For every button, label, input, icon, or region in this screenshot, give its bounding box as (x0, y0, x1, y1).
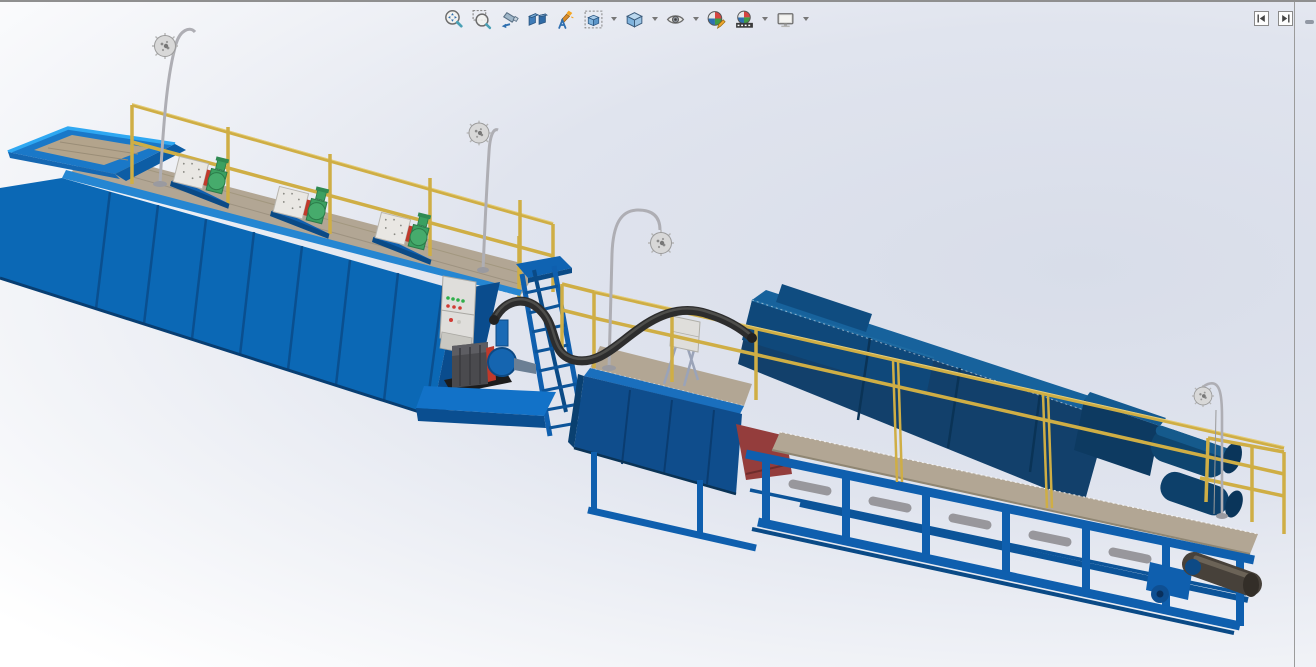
hide-show-items-button[interactable] (663, 6, 687, 32)
control-panel[interactable] (440, 276, 476, 354)
apply-scene-icon (734, 9, 755, 30)
display-style-button[interactable] (622, 6, 646, 32)
section-view-button[interactable] (525, 6, 549, 32)
view-orientation-icon (583, 9, 604, 30)
decanter-centrifuge-unit[interactable] (562, 284, 1284, 633)
apply-scene-button[interactable] (732, 6, 756, 32)
zoom-to-area-button[interactable] (469, 6, 493, 32)
edit-appearance-icon (706, 9, 727, 30)
previous-view-icon (499, 9, 520, 30)
zoom-to-fit-button[interactable] (441, 6, 465, 32)
flotation-feed-tank[interactable] (0, 29, 584, 436)
previous-view-button[interactable] (497, 6, 521, 32)
heads-up-toolbar (441, 5, 810, 33)
view-orientation-button[interactable] (581, 6, 605, 32)
edit-appearance-button[interactable] (704, 6, 728, 32)
display-style-dropdown-caret[interactable] (650, 14, 659, 24)
annotation-views-icon (555, 9, 576, 30)
task-pane-divider (1294, 2, 1295, 667)
pane-arrow-right-icon (1280, 13, 1291, 24)
section-view-icon (527, 9, 548, 30)
pane-arrow-left-icon (1256, 13, 1267, 24)
collapse-pane-left-button[interactable] (1254, 11, 1269, 26)
zoom-to-fit-icon (443, 9, 464, 30)
view-settings-icon (775, 9, 796, 30)
pane-controls (1254, 11, 1293, 26)
hide-show-items-dropdown-caret[interactable] (691, 14, 700, 24)
view-settings-dropdown-caret[interactable] (801, 14, 810, 24)
view-orientation-dropdown-caret[interactable] (609, 14, 618, 24)
pump-platform[interactable] (416, 386, 556, 428)
apply-scene-dropdown-caret[interactable] (760, 14, 769, 24)
zoom-to-area-icon (471, 9, 492, 30)
dynamic-annotation-views-button[interactable] (553, 6, 577, 32)
viewport (0, 0, 1316, 667)
hide-show-items-icon (665, 9, 686, 30)
view-settings-button[interactable] (773, 6, 797, 32)
collapse-pane-right-button[interactable] (1278, 11, 1293, 26)
display-style-icon (624, 9, 645, 30)
graphics-area[interactable] (0, 2, 1316, 667)
task-pane-splitter-handle[interactable] (1305, 20, 1314, 24)
